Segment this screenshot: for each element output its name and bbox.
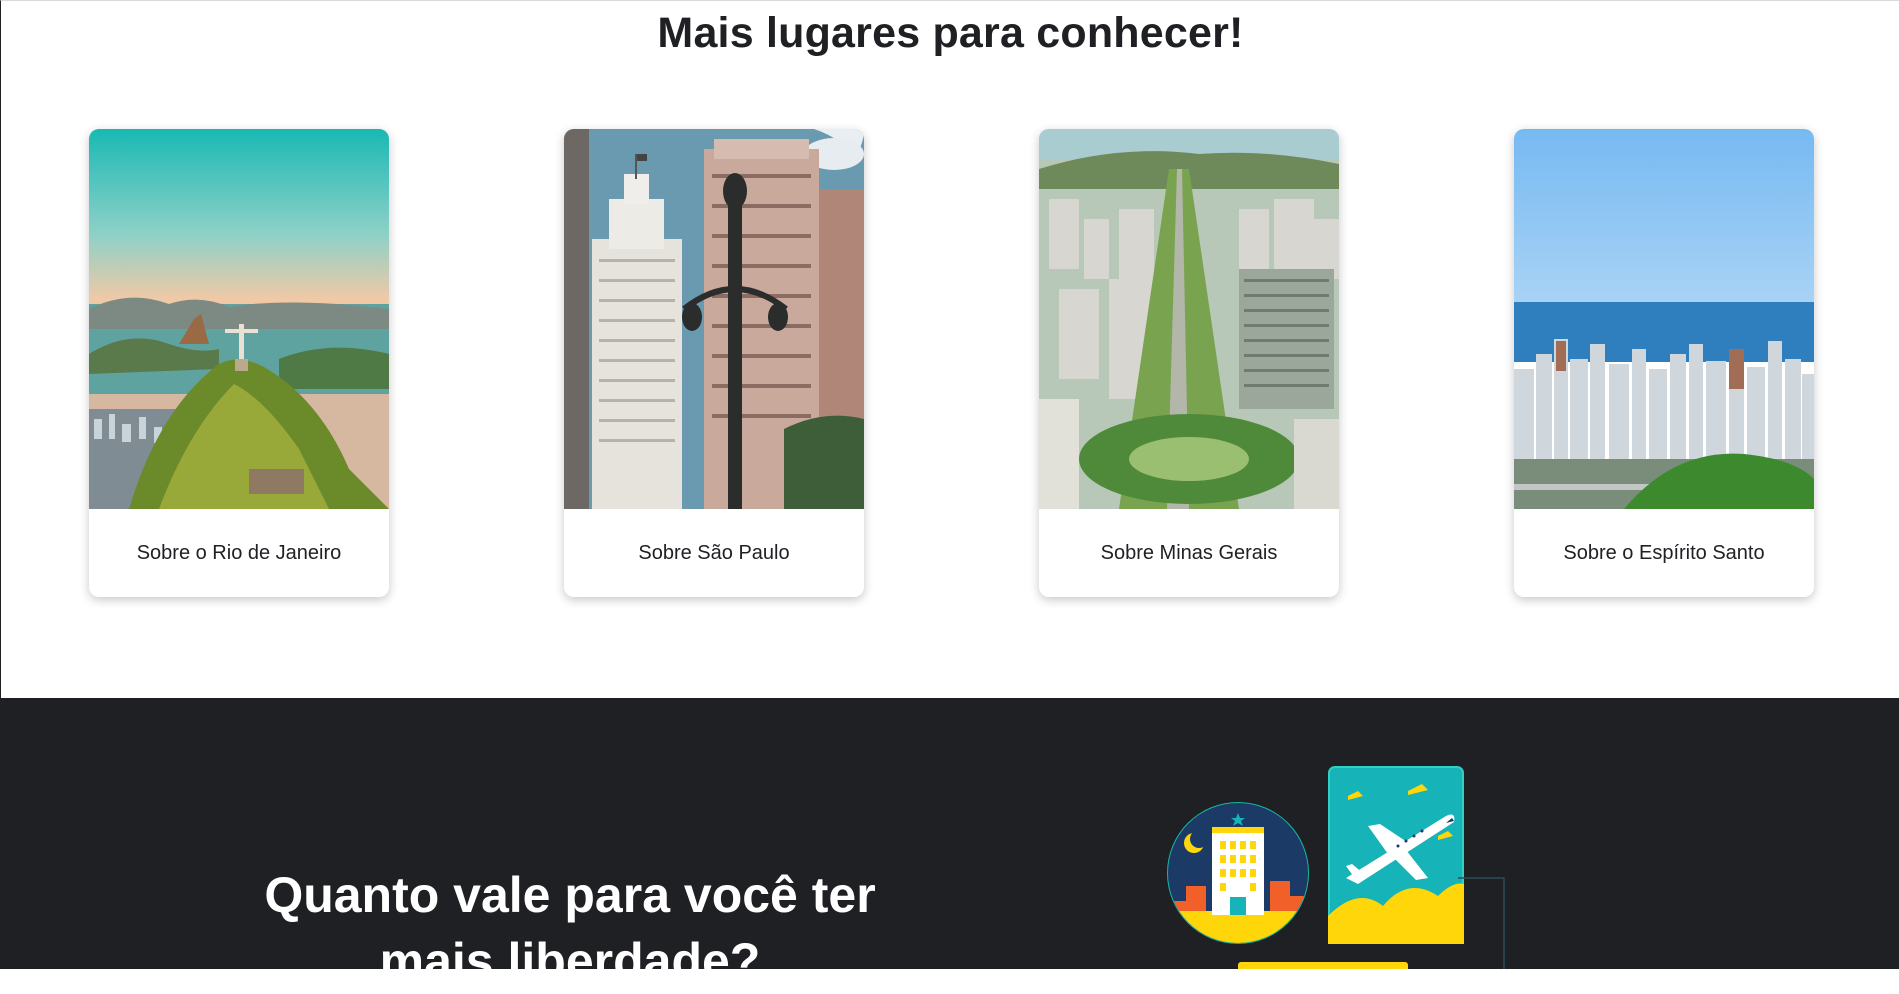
card-sao-paulo[interactable]: Sobre São Paulo: [564, 129, 864, 597]
card-label: Sobre São Paulo: [638, 541, 790, 564]
headline-line-2: mais liberdade?: [379, 933, 761, 989]
card-rio-de-janeiro[interactable]: Sobre o Rio de Janeiro: [89, 129, 389, 597]
card-label: Sobre o Rio de Janeiro: [136, 541, 342, 564]
headline-line-1: Quanto vale para você ter: [264, 867, 876, 923]
card-espirito-santo[interactable]: Sobre o Espírito Santo: [1514, 129, 1814, 597]
places-section: Mais lugares para conhecer! Sobre o Rio …: [0, 0, 1899, 698]
hotel-icon: [1167, 802, 1309, 944]
airplane-icon: [1328, 766, 1464, 944]
decorative-outline: [1458, 877, 1505, 969]
card-label: Sobre Minas Gerais: [1100, 541, 1278, 564]
minas-gerais-photo: [1039, 129, 1339, 509]
rio-de-janeiro-photo: [89, 129, 389, 509]
promo-headline: Quanto vale para você ter mais liberdade…: [190, 862, 950, 994]
card-label: Sobre o Espírito Santo: [1563, 541, 1765, 564]
ticket-card-top: [1238, 962, 1408, 969]
espirito-santo-photo: [1514, 129, 1814, 509]
section-title: Mais lugares para conhecer!: [657, 9, 1244, 57]
sao-paulo-photo: [564, 129, 864, 509]
card-minas-gerais[interactable]: Sobre Minas Gerais: [1039, 129, 1339, 597]
